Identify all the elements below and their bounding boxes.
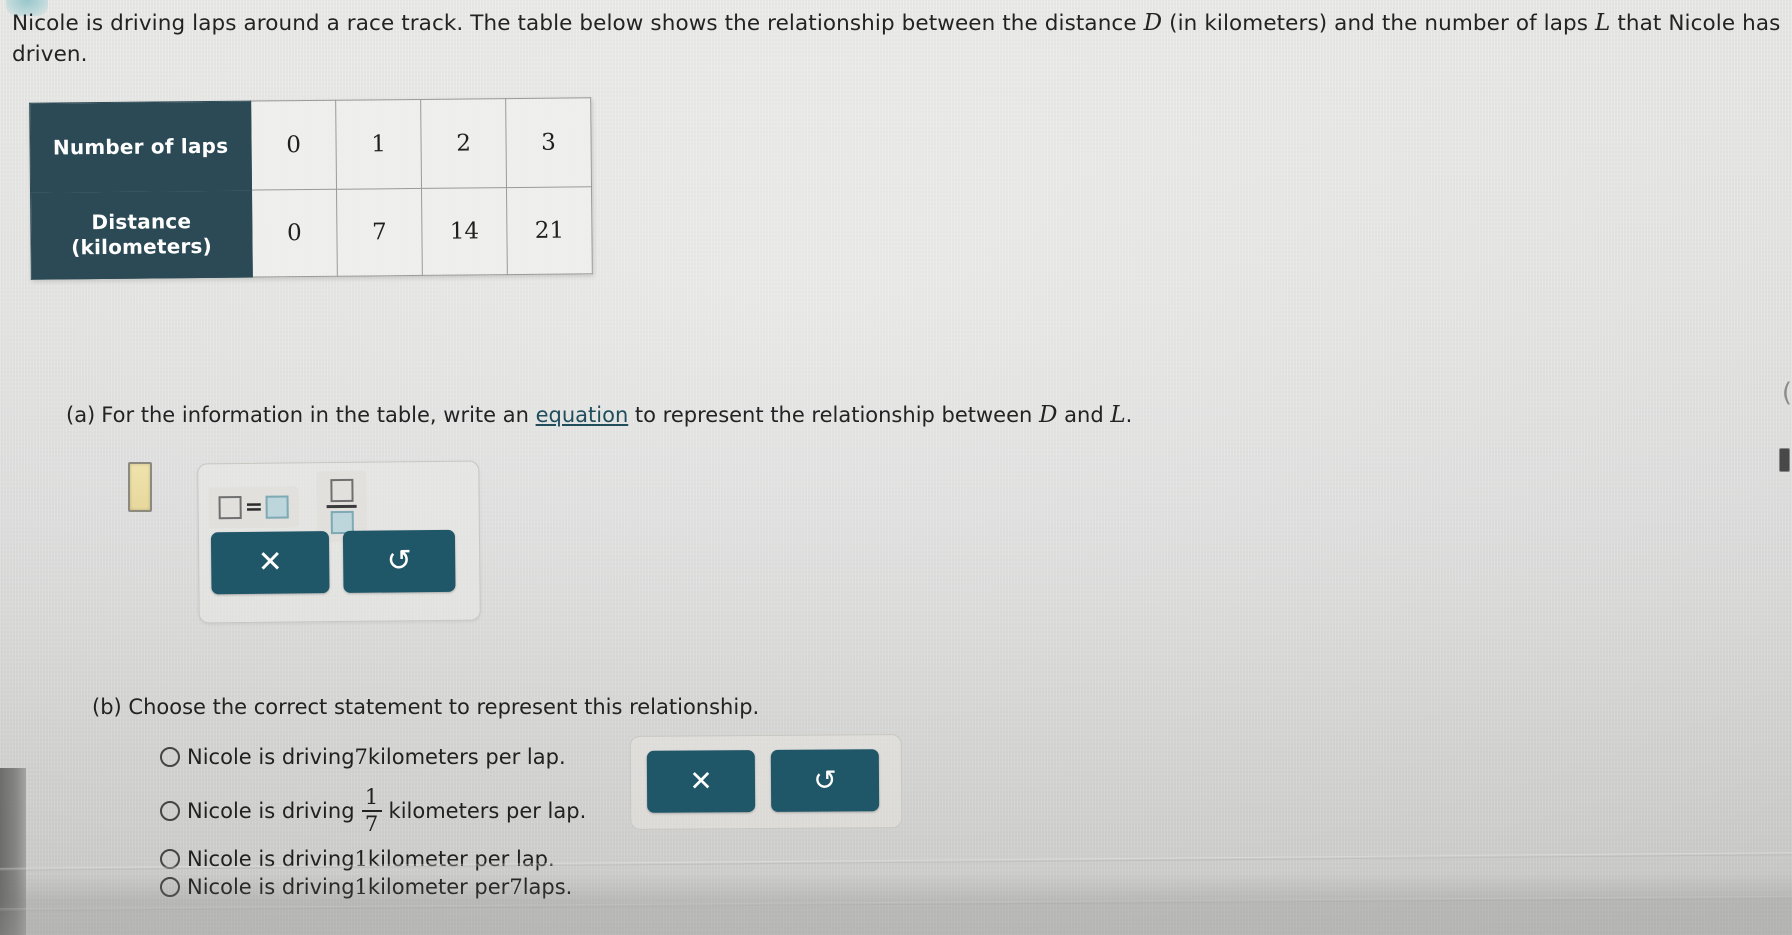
choice-option-4[interactable]: Nicole is driving 1 kilometer per 7 laps…: [160, 875, 586, 899]
choice-2-prefix: Nicole is driving: [187, 799, 355, 823]
choice-3-prefix: Nicole is driving: [187, 847, 355, 871]
screenshot-root: ( Nicole is driving laps around a race t…: [0, 0, 1792, 935]
radio-button-icon[interactable]: [160, 849, 180, 869]
variable-D: D: [1039, 402, 1058, 428]
choice-option-1[interactable]: Nicole is driving 7 kilometers per lap.: [160, 745, 586, 769]
part-a-text-after: to represent the relationship between: [628, 403, 1040, 427]
choice-2-denominator: 7: [364, 812, 379, 836]
choice-4-value2: 7: [509, 875, 523, 899]
close-icon: ✕: [689, 765, 713, 797]
math-input-toolbar-panel: = ✕ ↺: [197, 460, 481, 624]
problem-statement: Nicole is driving laps around a race tra…: [12, 8, 1782, 70]
table-row: Distance (kilometers) 0 7 14 21: [30, 186, 593, 280]
empty-box-icon: [218, 495, 242, 520]
statement-part-1: Nicole is driving laps around a race tra…: [12, 11, 1144, 36]
equation-glossary-link[interactable]: equation: [536, 403, 629, 427]
cell-laps-3: 3: [505, 97, 592, 188]
undo-button[interactable]: ↺: [770, 749, 880, 812]
cell-distance-2: 14: [421, 187, 508, 276]
row-header-distance-line2: (kilometers): [71, 233, 213, 260]
choice-4-value: 1: [354, 875, 368, 899]
part-b-label: (b): [92, 695, 122, 719]
cell-distance-0: 0: [251, 189, 338, 278]
part-a-text-before: For the information in the table, write …: [101, 403, 536, 427]
choice-option-2[interactable]: Nicole is driving 1 7 kilometers per lap…: [160, 787, 586, 835]
undo-icon: ↺: [813, 764, 837, 796]
row-header-distance: Distance (kilometers): [30, 190, 253, 280]
choice-4-prefix: Nicole is driving: [187, 875, 355, 899]
row-header-distance-line1: Distance: [91, 209, 192, 235]
cell-laps-0: 0: [250, 100, 337, 191]
choice-3-suffix: kilometer per lap.: [367, 847, 555, 871]
choice-1-prefix: Nicole is driving: [187, 745, 355, 769]
left-edge-bezel: [0, 768, 26, 935]
math-action-buttons: ✕ ↺: [210, 529, 456, 595]
close-icon: ✕: [257, 545, 283, 579]
variable-L: L: [1110, 402, 1126, 428]
choice-4-mid: kilometer per: [367, 875, 510, 899]
radio-button-icon[interactable]: [160, 877, 180, 897]
undo-button[interactable]: ↺: [342, 529, 456, 593]
variable-L: L: [1595, 10, 1611, 36]
cell-distance-1: 7: [336, 188, 423, 277]
right-edge-marker: [1779, 448, 1790, 472]
choice-1-value: 7: [354, 745, 368, 769]
choice-2-fraction: 1 7: [361, 785, 382, 836]
statement-part-3: that Nicole: [1610, 11, 1736, 36]
statement-part-2: (in kilometers) and the number of laps: [1162, 11, 1596, 36]
part-b-text: Choose the correct statement to represen…: [128, 695, 760, 719]
numerator-box-icon: [330, 478, 354, 503]
cell-laps-2: 2: [420, 98, 507, 189]
choice-list: Nicole is driving 7 kilometers per lap. …: [160, 745, 586, 899]
part-b-question: (b) Choose the correct statement to repr…: [92, 695, 759, 719]
radio-button-icon[interactable]: [160, 801, 180, 821]
part-b-action-buttons: ✕ ↺: [646, 749, 880, 813]
choice-2-suffix: kilometers per lap.: [388, 799, 587, 823]
equals-sign: =: [244, 494, 264, 520]
part-a-period: .: [1125, 403, 1133, 427]
undo-icon: ↺: [386, 544, 412, 578]
filled-box-icon: [265, 495, 290, 519]
table-row: Number of laps 0 1 2 3: [29, 97, 592, 193]
clear-button[interactable]: ✕: [210, 531, 330, 595]
clear-button[interactable]: ✕: [646, 750, 756, 813]
part-a-and: and: [1057, 403, 1111, 427]
part-a-question: (a) For the information in the table, wri…: [66, 400, 1132, 430]
cell-distance-3: 21: [506, 186, 593, 275]
row-header-laps: Number of laps: [29, 101, 252, 193]
equation-template-button[interactable]: =: [208, 486, 300, 529]
fraction-bar: [327, 504, 358, 508]
radio-button-icon[interactable]: [160, 747, 180, 767]
right-edge-glyph: (: [1781, 378, 1792, 408]
variable-D: D: [1143, 10, 1163, 36]
choice-2-numerator: 1: [364, 785, 379, 809]
choice-option-3[interactable]: Nicole is driving 1 kilometer per lap.: [160, 847, 586, 871]
equation-answer-input[interactable]: [128, 462, 152, 512]
relationship-table: Number of laps 0 1 2 3 Distance (kilomet…: [29, 97, 593, 280]
choice-3-value: 1: [354, 847, 368, 871]
fraction-icon: [327, 478, 358, 534]
part-b-toolbar-panel: ✕ ↺: [629, 734, 903, 830]
cell-laps-1: 1: [335, 99, 422, 190]
part-a-label: (a): [66, 403, 96, 427]
choice-4-suffix: laps.: [522, 875, 573, 899]
choice-1-suffix: kilometers per lap.: [367, 745, 566, 769]
